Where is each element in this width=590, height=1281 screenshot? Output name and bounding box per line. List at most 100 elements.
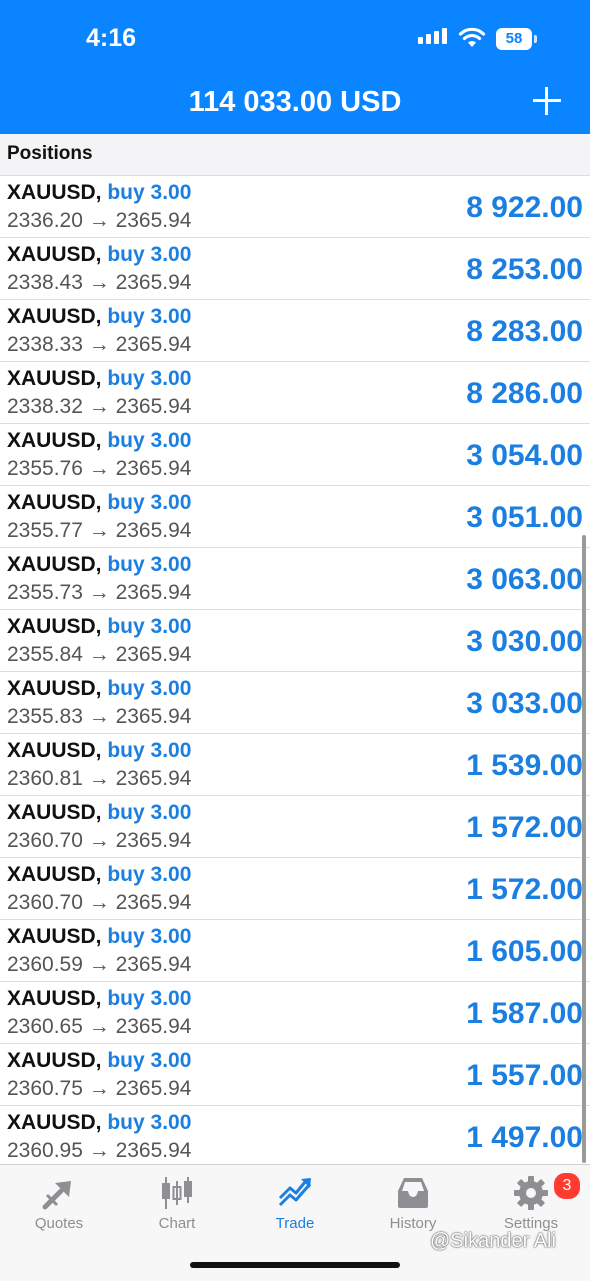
position-row[interactable]: XAUUSD, buy 3.00 2355.76 → 2365.94 3 054.0… — [0, 424, 590, 486]
position-symbol: XAUUSD, — [7, 181, 102, 204]
position-prices: 2360.59 → 2365.94 — [7, 953, 192, 976]
tab-label: Quotes — [34, 1215, 84, 1232]
position-symbol: XAUUSD, — [7, 801, 102, 824]
position-prices: 2355.83 → 2365.94 — [7, 705, 192, 728]
notification-badge: 3 — [552, 1171, 582, 1201]
position-side: buy 3.00 — [107, 553, 192, 576]
position-row[interactable]: XAUUSD, buy 3.00 2360.65 → 2365.94 1 587.0… — [0, 982, 590, 1044]
position-prices: 2355.76 → 2365.94 — [7, 457, 192, 480]
position-row[interactable]: XAUUSD, buy 3.00 2360.70 → 2365.94 1 572.0… — [0, 858, 590, 920]
position-side: buy 3.00 — [107, 243, 192, 266]
position-row[interactable]: XAUUSD, buy 3.00 2360.70 → 2365.94 1 572.0… — [0, 796, 590, 858]
watermark: @Sikander Ali — [430, 1230, 556, 1252]
position-side: buy 3.00 — [107, 1111, 192, 1134]
section-title: Positions — [7, 143, 93, 164]
position-prices: 2360.75 → 2365.94 — [7, 1077, 192, 1100]
position-symbol: XAUUSD, — [7, 863, 102, 886]
position-symbol: XAUUSD, — [7, 429, 102, 452]
position-symbol: XAUUSD, — [7, 305, 102, 328]
position-side: buy 3.00 — [107, 367, 192, 390]
position-profit: 8 922.00 — [466, 191, 583, 224]
position-symbol: XAUUSD, — [7, 1111, 102, 1134]
position-symbol: XAUUSD, — [7, 553, 102, 576]
quotes-icon — [42, 1181, 71, 1210]
history-icon — [398, 1178, 428, 1208]
position-row[interactable]: XAUUSD, buy 3.00 2355.77 → 2365.94 3 051.0… — [0, 486, 590, 548]
position-symbol: XAUUSD, — [7, 925, 102, 948]
position-profit: 1 605.00 — [466, 935, 583, 968]
home-indicator[interactable] — [190, 1262, 400, 1268]
position-row[interactable]: XAUUSD, buy 3.00 2360.95 → 2365.94 1 497.0… — [0, 1106, 590, 1168]
position-profit: 3 033.00 — [466, 687, 583, 720]
position-symbol: XAUUSD, — [7, 1049, 102, 1072]
position-profit: 1 557.00 — [466, 1059, 583, 1092]
position-prices: 2360.81 → 2365.94 — [7, 767, 192, 790]
position-prices: 2338.33 → 2365.94 — [7, 333, 192, 356]
account-balance: 114 033.00 USD — [188, 86, 402, 118]
positions-list[interactable]: XAUUSD, buy 3.00 2336.20 → 2365.94 8 922.0… — [0, 176, 590, 1168]
tab-chart[interactable]: Chart — [118, 1165, 236, 1245]
battery-icon: 58 — [496, 28, 532, 50]
position-symbol: XAUUSD, — [7, 243, 102, 266]
position-profit: 3 030.00 — [466, 625, 583, 658]
position-profit: 1 587.00 — [466, 997, 583, 1030]
position-profit: 8 283.00 — [466, 315, 583, 348]
position-row[interactable]: XAUUSD, buy 3.00 2338.32 → 2365.94 8 286.0… — [0, 362, 590, 424]
tab-label: Chart — [158, 1215, 196, 1232]
chart-icon — [162, 1177, 192, 1209]
trade-icon — [278, 1178, 312, 1207]
position-side: buy 3.00 — [107, 739, 192, 762]
position-row[interactable]: XAUUSD, buy 3.00 2338.33 → 2365.94 8 283.0… — [0, 300, 590, 362]
position-row[interactable]: XAUUSD, buy 3.00 2336.20 → 2365.94 8 922.0… — [0, 176, 590, 238]
scrollbar[interactable] — [582, 535, 586, 1163]
tab-quotes[interactable]: Quotes — [0, 1165, 118, 1245]
battery-tip — [534, 35, 537, 43]
position-prices: 2338.32 → 2365.94 — [7, 395, 192, 418]
position-row[interactable]: XAUUSD, buy 3.00 2360.81 → 2365.94 1 539.0… — [0, 734, 590, 796]
position-prices: 2355.73 → 2365.94 — [7, 581, 192, 604]
position-profit: 1 572.00 — [466, 811, 583, 844]
position-symbol: XAUUSD, — [7, 367, 102, 390]
position-prices: 2360.95 → 2365.94 — [7, 1139, 192, 1162]
tab-trade[interactable]: Trade — [236, 1165, 354, 1245]
tab-label: Trade — [275, 1215, 315, 1232]
position-row[interactable]: XAUUSD, buy 3.00 2360.59 → 2365.94 1 605.0… — [0, 920, 590, 982]
position-side: buy 3.00 — [107, 987, 192, 1010]
app-header: 4:16 58 114 033.00 USD — [0, 0, 590, 134]
position-row[interactable]: XAUUSD, buy 3.00 2355.73 → 2365.94 3 063.0… — [0, 548, 590, 610]
cellular-signal-icon — [418, 28, 447, 44]
position-profit: 1 497.00 — [466, 1121, 583, 1154]
position-row[interactable]: XAUUSD, buy 3.00 2360.75 → 2365.94 1 557.0… — [0, 1044, 590, 1106]
position-profit: 3 054.00 — [466, 439, 583, 472]
position-prices: 2355.84 → 2365.94 — [7, 643, 192, 666]
position-row[interactable]: XAUUSD, buy 3.00 2355.84 → 2365.94 3 030.0… — [0, 610, 590, 672]
position-side: buy 3.00 — [107, 1049, 192, 1072]
position-symbol: XAUUSD, — [7, 491, 102, 514]
position-side: buy 3.00 — [107, 491, 192, 514]
position-row[interactable]: XAUUSD, buy 3.00 2355.83 → 2365.94 3 033.0… — [0, 672, 590, 734]
add-order-button[interactable] — [532, 86, 562, 116]
position-prices: 2360.65 → 2365.94 — [7, 1015, 192, 1038]
position-side: buy 3.00 — [107, 801, 192, 824]
position-profit: 3 051.00 — [466, 501, 583, 534]
position-side: buy 3.00 — [107, 615, 192, 638]
position-symbol: XAUUSD, — [7, 739, 102, 762]
position-side: buy 3.00 — [107, 677, 192, 700]
position-profit: 1 539.00 — [466, 749, 583, 782]
position-prices: 2360.70 → 2365.94 — [7, 891, 192, 914]
position-prices: 2360.70 → 2365.94 — [7, 829, 192, 852]
gear-icon — [514, 1176, 548, 1210]
position-side: buy 3.00 — [107, 925, 192, 948]
position-profit: 3 063.00 — [466, 563, 583, 596]
position-profit: 1 572.00 — [466, 873, 583, 906]
position-side: buy 3.00 — [107, 181, 192, 204]
position-side: buy 3.00 — [107, 429, 192, 452]
position-row[interactable]: XAUUSD, buy 3.00 2338.43 → 2365.94 8 253.0… — [0, 238, 590, 300]
position-prices: 2338.43 → 2365.94 — [7, 271, 192, 294]
positions-section-header: Positions — [0, 134, 590, 176]
wifi-icon — [458, 27, 486, 47]
position-symbol: XAUUSD, — [7, 677, 102, 700]
position-prices: 2355.77 → 2365.94 — [7, 519, 192, 542]
position-profit: 8 253.00 — [466, 253, 583, 286]
position-prices: 2336.20 → 2365.94 — [7, 209, 192, 232]
